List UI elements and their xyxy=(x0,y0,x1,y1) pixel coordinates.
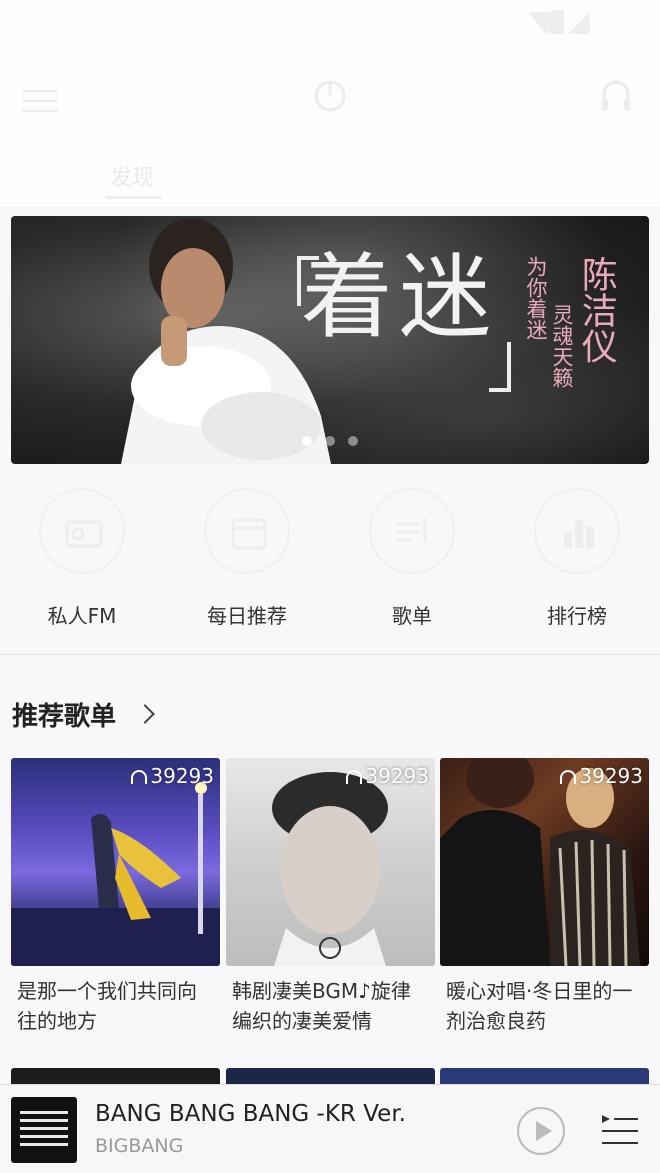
headphones-icon xyxy=(560,770,577,784)
carousel-dot[interactable] xyxy=(325,436,335,446)
playlist-card[interactable]: 39293 韩剧凄美BGM♪旋律编织的凄美爱情 xyxy=(226,758,435,1036)
quick-action-charts[interactable]: 排行榜 xyxy=(507,488,647,629)
playlist-title: 是那一个我们共同向往的地方 xyxy=(17,979,197,1033)
playlist-card[interactable]: 39293 暖心对唱·冬日里的一剂治愈良药 xyxy=(440,758,649,1036)
playlist-cover[interactable]: 39293 xyxy=(226,758,435,966)
playlist-cover[interactable]: 39293 xyxy=(11,758,220,966)
chevron-right-icon[interactable] xyxy=(135,704,155,724)
divider xyxy=(0,654,660,655)
play-count: 39293 xyxy=(131,764,214,788)
carousel-dots[interactable] xyxy=(11,431,649,450)
play-count: 39293 xyxy=(560,764,643,788)
mini-player[interactable]: BANG BANG BANG -KR Ver. BIGBANG xyxy=(0,1084,660,1173)
headphones-icon xyxy=(346,770,363,784)
cover-art xyxy=(272,772,388,966)
calendar-icon xyxy=(231,518,267,550)
now-playing-title: BANG BANG BANG -KR Ver. xyxy=(95,1101,406,1127)
cover-art xyxy=(11,782,220,966)
microphone-icon[interactable] xyxy=(596,76,636,116)
playlist-title: 韩剧凄美BGM♪旋律编织的凄美爱情 xyxy=(232,979,411,1033)
battery-icon xyxy=(550,10,564,34)
quick-action-label: 排行榜 xyxy=(547,604,607,628)
quick-actions: 私人FM 每日推荐 歌单 排行榜 xyxy=(0,488,660,648)
quick-action-label: 每日推荐 xyxy=(207,604,287,628)
playlist-cover[interactable]: 39293 xyxy=(440,758,649,966)
cellular-signal-icon xyxy=(568,12,590,34)
status-bar xyxy=(0,0,660,44)
tab-discover[interactable]: 发现 xyxy=(110,160,154,192)
headphones-icon xyxy=(131,770,148,784)
tab-underline xyxy=(106,196,162,199)
chart-icon xyxy=(564,520,594,548)
playlist-title: 暖心对唱·冬日里的一剂治愈良药 xyxy=(446,979,633,1033)
menu-icon[interactable] xyxy=(22,90,58,112)
quick-action-daily[interactable]: 每日推荐 xyxy=(177,488,317,629)
banner-headline: 着迷 xyxy=(301,244,498,351)
section-title[interactable]: 推荐歌单 xyxy=(12,696,116,733)
quick-action-label: 私人FM xyxy=(47,604,117,628)
tab-bar: 发现 xyxy=(0,154,660,206)
play-count: 39293 xyxy=(346,764,429,788)
quick-action-label: 歌单 xyxy=(392,604,432,628)
banner-artist-name: 陈洁仪 xyxy=(575,256,617,364)
top-nav xyxy=(0,44,660,154)
music-logo-icon[interactable] xyxy=(308,72,352,116)
quick-action-playlists[interactable]: 歌单 xyxy=(342,488,482,629)
cover-art xyxy=(440,758,640,966)
carousel-dot[interactable] xyxy=(348,436,359,446)
promo-banner[interactable]: 着迷 为你着迷 灵魂天籁 陈洁仪 xyxy=(11,216,649,464)
carousel-dot[interactable] xyxy=(301,436,312,446)
banner-tagline-2: 灵魂天籁 xyxy=(550,304,575,388)
playlist-card[interactable]: 39293 是那一个我们共同向往的地方 xyxy=(11,758,220,1036)
play-button[interactable] xyxy=(517,1107,565,1155)
banner-tagline-1: 为你着迷 xyxy=(524,256,549,340)
radio-icon xyxy=(65,520,103,548)
quick-action-fm[interactable]: 私人FM xyxy=(12,488,152,629)
now-playing-artist: BIGBANG xyxy=(95,1135,184,1157)
now-playing-album-art[interactable] xyxy=(11,1097,77,1163)
playlist-icon xyxy=(397,518,427,542)
playlist-queue-icon[interactable] xyxy=(600,1113,640,1147)
